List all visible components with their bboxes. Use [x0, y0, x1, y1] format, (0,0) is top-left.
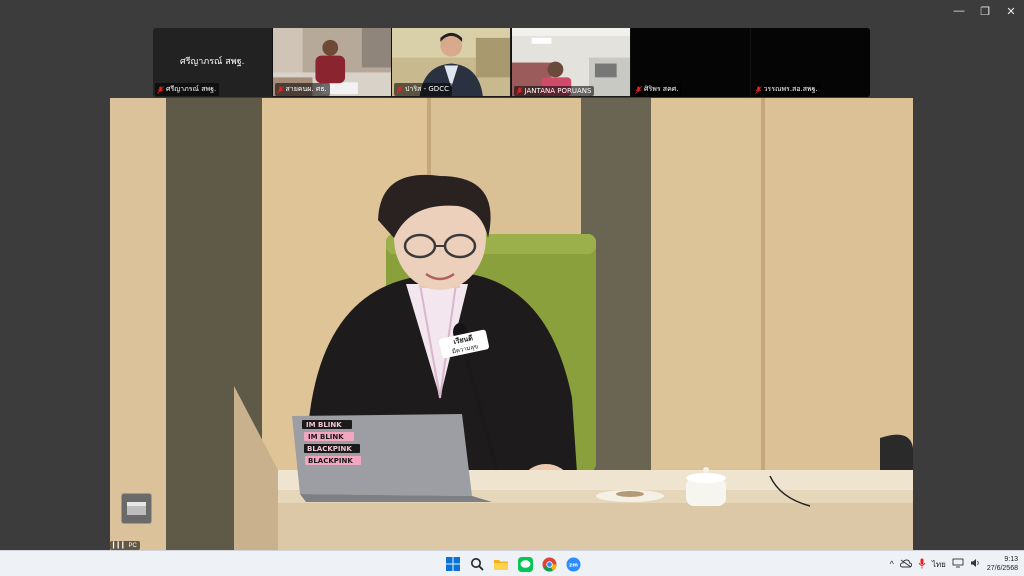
mic-muted-icon: [157, 85, 164, 94]
chrome-icon[interactable]: [539, 554, 559, 574]
mic-muted-icon: [515, 87, 523, 95]
participant-display-name: ศรีญาภรณ์ สพฐ.: [180, 57, 245, 67]
participant-tile[interactable]: สายคนผ. ศธ.: [272, 28, 392, 97]
signal-label: ▎▎▎ PC: [110, 541, 140, 550]
participant-name: ปาริส - GDCC: [405, 85, 449, 93]
clock-time: 9:13: [1004, 556, 1018, 563]
windows-start-icon[interactable]: [443, 554, 463, 574]
network-icon[interactable]: [952, 558, 964, 570]
speaker-video-frame: เรียนดี มีความสุข IM BLINK IM BLINK BLAC…: [110, 98, 913, 550]
taskbar: zm ^ ไทย 9:13 27/6/2568: [0, 550, 1024, 576]
self-view-preview: [127, 502, 146, 515]
window-controls: — ❐ ✕: [946, 0, 1024, 22]
system-tray: ^ ไทย 9:13 27/6/2568: [890, 551, 1018, 576]
participant-tile[interactable]: ปาริส - GDCC: [392, 28, 512, 97]
system-clock[interactable]: 9:13 27/6/2568: [987, 555, 1018, 573]
input-language[interactable]: ไทย: [932, 558, 946, 571]
close-button[interactable]: ✕: [998, 0, 1024, 22]
file-explorer-icon[interactable]: [491, 554, 511, 574]
mic-muted-icon: [276, 85, 284, 94]
sticker-label: IM BLINK: [308, 433, 344, 441]
minimize-button[interactable]: —: [946, 0, 972, 22]
sticker-label: BLACKPINK: [308, 457, 353, 465]
participant-strip: ศรีญาภรณ์ สพฐ. ศรีญาภรณ์ สพฐ. สายคนผ. ศธ…: [153, 28, 870, 97]
participant-tile[interactable]: JANTANA PORUANS: [511, 28, 631, 97]
participant-tile[interactable]: ศิริพร สคศ.: [631, 28, 751, 97]
participant-tile[interactable]: ศรีญาภรณ์ สพฐ. ศรีญาภรณ์ สพฐ.: [153, 28, 273, 97]
active-speaker-video[interactable]: เรียนดี มีความสุข IM BLINK IM BLINK BLAC…: [110, 98, 913, 550]
mic-muted-icon: [754, 85, 762, 94]
sticker-label: BLACKPINK: [307, 445, 352, 453]
zoom-app-label: zm: [569, 562, 578, 568]
sticker-label: IM BLINK: [306, 421, 342, 429]
cloud-icon[interactable]: [899, 559, 912, 570]
self-view-thumbnail[interactable]: [121, 493, 152, 524]
microphone-icon[interactable]: [918, 558, 926, 571]
participant-name: สายคนผ. ศธ.: [285, 85, 327, 93]
participant-name: JANTANA PORUANS: [524, 87, 592, 95]
participant-name-tag: ศรีญาภรณ์ สพฐ.: [155, 83, 220, 96]
mic-muted-icon: [396, 85, 403, 94]
volume-icon[interactable]: [970, 558, 981, 570]
participant-name: ศรีญาภรณ์ สพฐ.: [166, 85, 217, 93]
participant-name-tag: วรรณพร.สอ.สพฐ.: [752, 83, 821, 96]
zoom-app-icon[interactable]: zm: [563, 554, 583, 574]
participant-name-tag: JANTANA PORUANS: [513, 86, 595, 96]
participant-name-tag: ปาริส - GDCC: [394, 83, 452, 96]
mic-muted-icon: [635, 85, 642, 94]
line-app-icon[interactable]: [515, 554, 535, 574]
participant-name-tag: ศิริพร สคศ.: [633, 83, 682, 96]
clock-date: 27/6/2568: [986, 565, 1018, 572]
taskbar-apps: zm: [443, 554, 583, 574]
participant-name: ศิริพร สคศ.: [644, 85, 679, 93]
participant-name-tag: สายคนผ. ศธ.: [274, 83, 330, 96]
participant-name: วรรณพร.สอ.สพฐ.: [763, 85, 818, 93]
participant-tile[interactable]: วรรณพร.สอ.สพฐ.: [750, 28, 870, 97]
show-hidden-icons-chevron[interactable]: ^: [890, 559, 894, 569]
restore-button[interactable]: ❐: [972, 0, 998, 22]
search-icon[interactable]: [467, 554, 487, 574]
